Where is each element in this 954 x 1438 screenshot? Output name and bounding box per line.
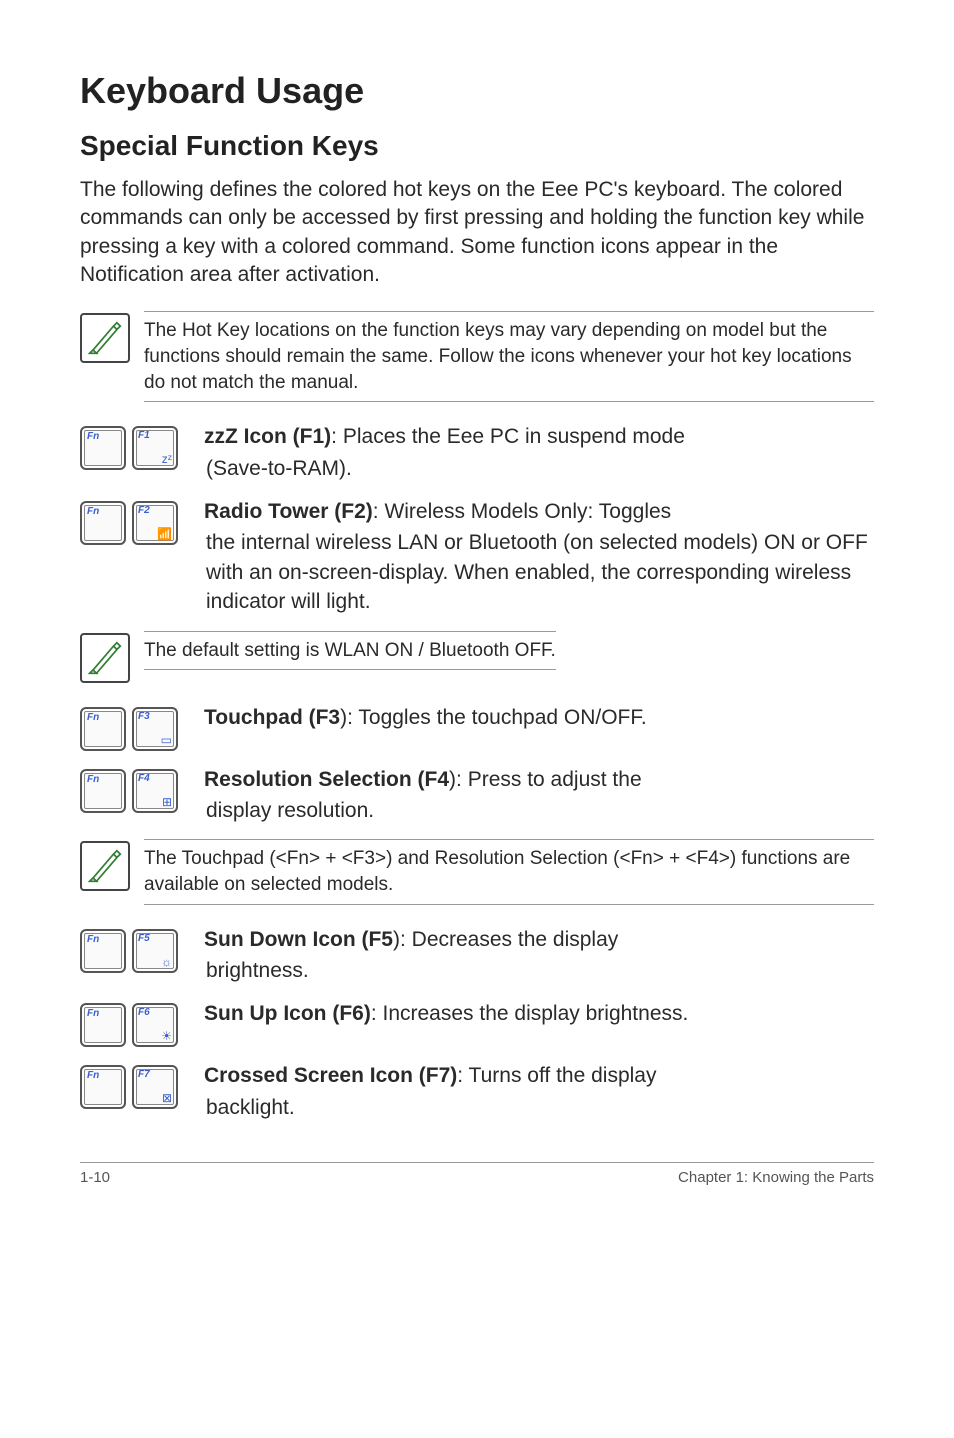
note-icon <box>80 633 130 683</box>
note-touchpad-resolution: The Touchpad (<Fn> + <F3>) and Resolutio… <box>80 839 874 904</box>
fn-key-icon: Fn <box>80 707 126 751</box>
f3-text: ): Toggles the touchpad ON/OFF. <box>340 706 647 729</box>
f1-title: zzZ Icon (F1) <box>204 425 331 448</box>
f5-key-icon: F5☼ <box>132 929 178 973</box>
f7-key-icon: F7⊠ <box>132 1065 178 1109</box>
f4-key-icon: F4⊞ <box>132 769 178 813</box>
chapter-label: Chapter 1: Knowing the Parts <box>678 1169 874 1186</box>
fn-row-f2: Fn F2📶 Radio Tower (F2): Wireless Models… <box>80 497 874 617</box>
fn-key-icon: Fn <box>80 769 126 813</box>
page-footer: 1-10 Chapter 1: Knowing the Parts <box>80 1162 874 1186</box>
f5-text: ): Decreases the display <box>393 928 618 951</box>
fn-key-icon: Fn <box>80 929 126 973</box>
note-default-setting: The default setting is WLAN ON / Bluetoo… <box>80 631 874 683</box>
fn-row-f4: Fn F4⊞ Resolution Selection (F4): Press … <box>80 765 874 826</box>
f3-key-icon: F3▭ <box>132 707 178 751</box>
fn-key-icon: Fn <box>80 501 126 545</box>
f5-title: Sun Down Icon (F5 <box>204 928 393 951</box>
fn-row-f5: Fn F5☼ Sun Down Icon (F5): Decreases the… <box>80 925 874 986</box>
f4-title: Resolution Selection (F4 <box>204 768 449 791</box>
note-icon <box>80 841 130 891</box>
page-title: Keyboard Usage <box>80 70 874 112</box>
fn-row-f3: Fn F3▭ Touchpad (F3): Toggles the touchp… <box>80 703 874 751</box>
f5-sub: brightness. <box>204 956 618 985</box>
note-text: The default setting is WLAN ON / Bluetoo… <box>144 631 556 671</box>
note-text: The Touchpad (<Fn> + <F3>) and Resolutio… <box>144 839 874 904</box>
f4-text: ): Press to adjust the <box>449 768 642 791</box>
f7-text: : Turns off the display <box>457 1064 656 1087</box>
fn-row-f1: Fn F1zᶻ zzZ Icon (F1): Places the Eee PC… <box>80 422 874 483</box>
f4-sub: display resolution. <box>204 796 642 825</box>
section-subtitle: Special Function Keys <box>80 130 874 162</box>
note-icon <box>80 313 130 363</box>
fn-key-icon: Fn <box>80 426 126 470</box>
f3-title: Touchpad (F3 <box>204 706 340 729</box>
f6-text: : Increases the display brightness. <box>371 1002 689 1025</box>
note-hotkey-locations: The Hot Key locations on the function ke… <box>80 311 874 402</box>
f2-text: : Wireless Models Only: Toggles <box>373 500 671 523</box>
f7-sub: backlight. <box>204 1093 656 1122</box>
f2-sub: the internal wireless LAN or Bluetooth (… <box>204 528 874 616</box>
fn-key-icon: Fn <box>80 1065 126 1109</box>
f1-sub: (Save-to-RAM). <box>204 454 685 483</box>
f6-key-icon: F6☀ <box>132 1003 178 1047</box>
f2-key-icon: F2📶 <box>132 501 178 545</box>
fn-row-f6: Fn F6☀ Sun Up Icon (F6): Increases the d… <box>80 999 874 1047</box>
f7-title: Crossed Screen Icon (F7) <box>204 1064 457 1087</box>
f6-title: Sun Up Icon (F6) <box>204 1002 371 1025</box>
fn-key-icon: Fn <box>80 1003 126 1047</box>
f1-text: : Places the Eee PC in suspend mode <box>331 425 685 448</box>
fn-row-f7: Fn F7⊠ Crossed Screen Icon (F7): Turns o… <box>80 1061 874 1122</box>
intro-text: The following defines the colored hot ke… <box>80 176 874 289</box>
f1-key-icon: F1zᶻ <box>132 426 178 470</box>
page-number: 1-10 <box>80 1169 110 1186</box>
f2-title: Radio Tower (F2) <box>204 500 373 523</box>
note-text: The Hot Key locations on the function ke… <box>144 311 874 402</box>
